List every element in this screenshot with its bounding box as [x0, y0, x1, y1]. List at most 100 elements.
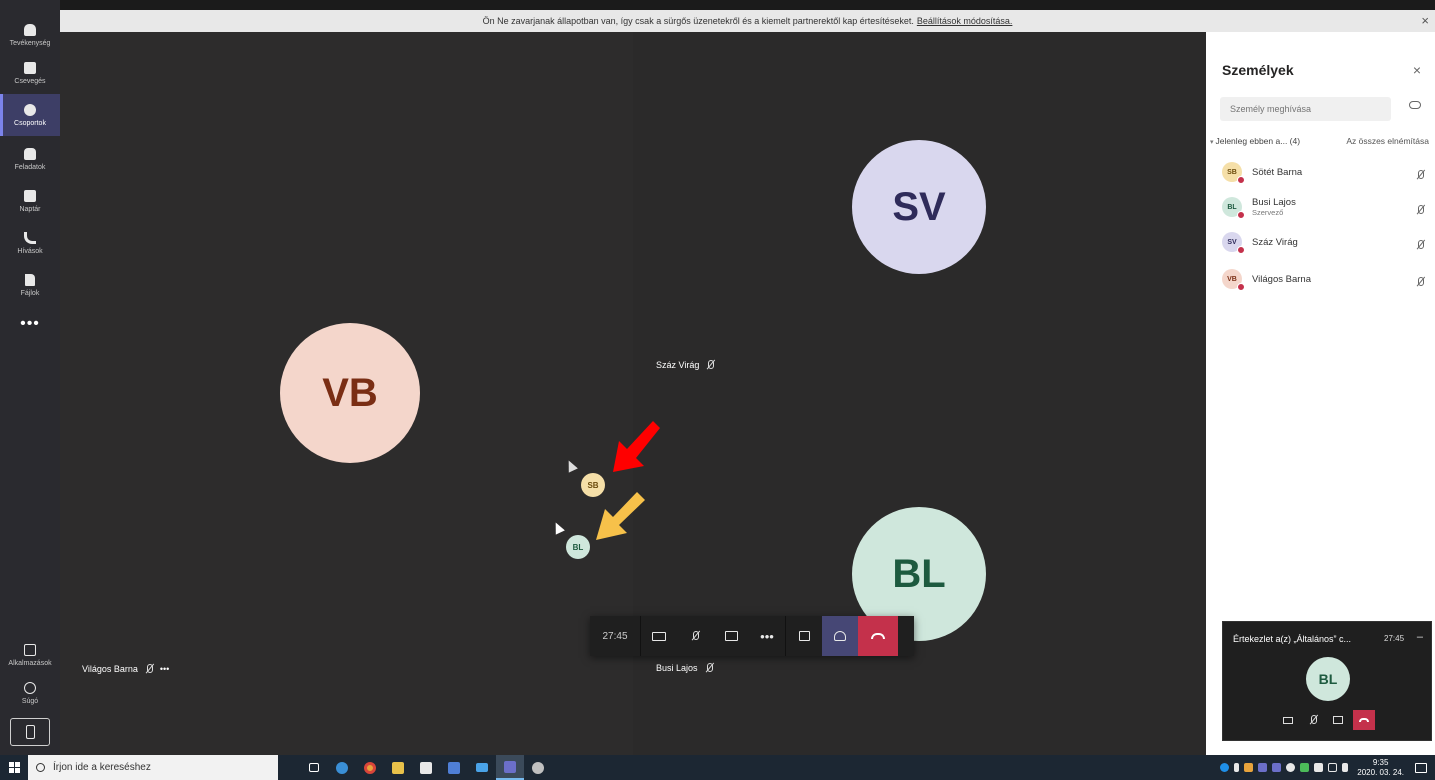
- close-icon[interactable]: ×: [1413, 62, 1421, 78]
- participant-name: Sötét Barna: [1252, 166, 1303, 178]
- participant-row[interactable]: BL Busi Lajos Szervező: [1222, 192, 1427, 222]
- mini-camera-button[interactable]: [1278, 710, 1298, 730]
- save-app-icon[interactable]: [440, 755, 468, 780]
- video-tile-vb: VB Világos Barna •••: [60, 32, 633, 755]
- rail-item-files[interactable]: Fájlok: [0, 264, 60, 306]
- apps-icon: [24, 643, 36, 656]
- rail-item-assignments[interactable]: Feladatok: [0, 138, 60, 180]
- tile-more-button[interactable]: •••: [160, 664, 169, 674]
- hang-up-icon: [871, 633, 885, 639]
- mic-off-icon: [1415, 240, 1425, 250]
- mini-meeting-title: Értekezlet a(z) „Általános” c...: [1233, 634, 1352, 644]
- camera-toggle-button[interactable]: [641, 616, 677, 656]
- microphone-icon[interactable]: [1234, 763, 1240, 772]
- red-arrow: [613, 421, 660, 472]
- taskbar-clock[interactable]: 9:35 2020. 03. 24.: [1357, 758, 1404, 778]
- share-link-icon[interactable]: [1409, 101, 1421, 109]
- store-icon[interactable]: [412, 755, 440, 780]
- call-timer: 27:45: [602, 630, 628, 642]
- red-arrow-shape: [613, 421, 660, 472]
- show-chat-button[interactable]: [786, 616, 822, 656]
- participant-mic: [1415, 237, 1425, 255]
- file-explorer-icon[interactable]: [384, 755, 412, 780]
- rail-item-calls[interactable]: Hívások: [0, 222, 60, 264]
- avatar: VB: [1222, 269, 1245, 291]
- participant-role: Szervező: [1252, 208, 1284, 217]
- participant-name: Busi Lajos: [656, 663, 698, 673]
- mic-off-icon: [1308, 715, 1318, 725]
- edge-icon[interactable]: [328, 755, 356, 780]
- chat-icon: [798, 631, 810, 641]
- search-icon: [36, 763, 45, 772]
- system-tray: 9:35 2020. 03. 24.: [1220, 755, 1435, 780]
- participant-row[interactable]: VB Világos Barna: [1222, 264, 1427, 294]
- people-icon: [834, 631, 846, 641]
- app-rail: Tevékenység Csevegés Csoportok Feladatok…: [0, 0, 60, 755]
- participant-name: Száz Virág: [656, 360, 700, 370]
- avatar: BL: [1222, 197, 1245, 219]
- mic-toggle-button[interactable]: [677, 616, 713, 656]
- window-top-strip: [60, 0, 1435, 10]
- call-controls-bar: 27:45 •••: [590, 616, 914, 656]
- nvidia-icon[interactable]: [1300, 763, 1310, 772]
- rail-item-chat[interactable]: Csevegés: [0, 52, 60, 94]
- participant-row[interactable]: SB Sötét Barna: [1222, 157, 1427, 187]
- more-apps-button[interactable]: •••: [0, 315, 60, 333]
- participant-row[interactable]: SV Száz Virág: [1222, 227, 1427, 257]
- rail-item-calendar[interactable]: Naptár: [0, 180, 60, 222]
- volume-icon[interactable]: [1342, 763, 1349, 772]
- rail-item-label: Naptár: [19, 205, 41, 213]
- change-settings-link[interactable]: Beállítások módosítása.: [917, 16, 1013, 26]
- hang-up-button[interactable]: [858, 616, 898, 656]
- participant-name: Száz Virág: [1252, 236, 1298, 248]
- mini-mic-button[interactable]: [1303, 710, 1323, 730]
- rail-item-help[interactable]: Súgó: [0, 672, 60, 714]
- mini-meeting-window[interactable]: Értekezlet a(z) „Általános” c... 27:45 –…: [1222, 621, 1432, 741]
- close-icon[interactable]: ×: [1421, 13, 1429, 28]
- taskbar-search[interactable]: Írjon ide a kereséshez: [28, 755, 278, 780]
- participant-avatar: SV: [852, 140, 986, 274]
- battery-icon[interactable]: [1314, 763, 1324, 772]
- skype-icon[interactable]: [1220, 763, 1230, 772]
- phone-icon: [24, 231, 36, 244]
- rail-item-teams[interactable]: Csoportok: [0, 94, 60, 136]
- hang-up-icon: [1359, 718, 1369, 722]
- minimize-button[interactable]: –: [1417, 631, 1423, 643]
- chrome-icon[interactable]: [356, 755, 384, 780]
- task-view-icon[interactable]: [300, 755, 328, 780]
- status-dot: [1237, 176, 1245, 184]
- tray-app-icon[interactable]: [1286, 763, 1296, 772]
- clock-date: 2020. 03. 24.: [1357, 767, 1404, 777]
- avatar-initials: SV: [1227, 238, 1237, 246]
- teams-tray-icon[interactable]: [1258, 763, 1268, 772]
- more-actions-button[interactable]: •••: [749, 616, 785, 656]
- rail-item-label: Csoportok: [14, 119, 46, 127]
- teams-icon: [24, 103, 36, 116]
- mini-hang-up-button[interactable]: [1353, 710, 1375, 730]
- participant-mic: [1415, 202, 1425, 220]
- participant-name: Világos Barna: [82, 664, 138, 674]
- video-tile-bl: BL Busi Lajos: [633, 392, 1206, 755]
- share-screen-button[interactable]: [713, 616, 749, 656]
- tray-app-icon[interactable]: [1244, 763, 1254, 772]
- mail-icon[interactable]: [468, 755, 496, 780]
- start-button[interactable]: [0, 755, 28, 780]
- rail-item-label: Csevegés: [14, 77, 46, 85]
- show-participants-button[interactable]: [822, 616, 858, 656]
- section-toggle[interactable]: ▾ Jelenleg ebben a... (4): [1210, 136, 1300, 146]
- invite-person-input[interactable]: [1220, 97, 1391, 121]
- mobile-app-button[interactable]: [10, 718, 50, 746]
- mini-share-button[interactable]: [1328, 710, 1348, 730]
- mute-all-button[interactable]: Az összes elnémítása: [1346, 136, 1429, 146]
- rail-item-activity[interactable]: Tevékenység: [0, 14, 60, 56]
- teams-taskbar-icon[interactable]: [496, 755, 524, 780]
- rail-item-apps[interactable]: Alkalmazások: [0, 634, 60, 676]
- teams-tray-icon[interactable]: [1272, 763, 1282, 772]
- paint-icon[interactable]: [524, 755, 552, 780]
- avatar-initials: SB: [1227, 168, 1237, 176]
- chat-icon: [24, 61, 36, 74]
- mic-off-icon: [144, 664, 154, 674]
- network-icon[interactable]: [1328, 763, 1338, 772]
- action-center-icon[interactable]: [1415, 762, 1427, 773]
- panel-title: Személyek: [1222, 62, 1294, 78]
